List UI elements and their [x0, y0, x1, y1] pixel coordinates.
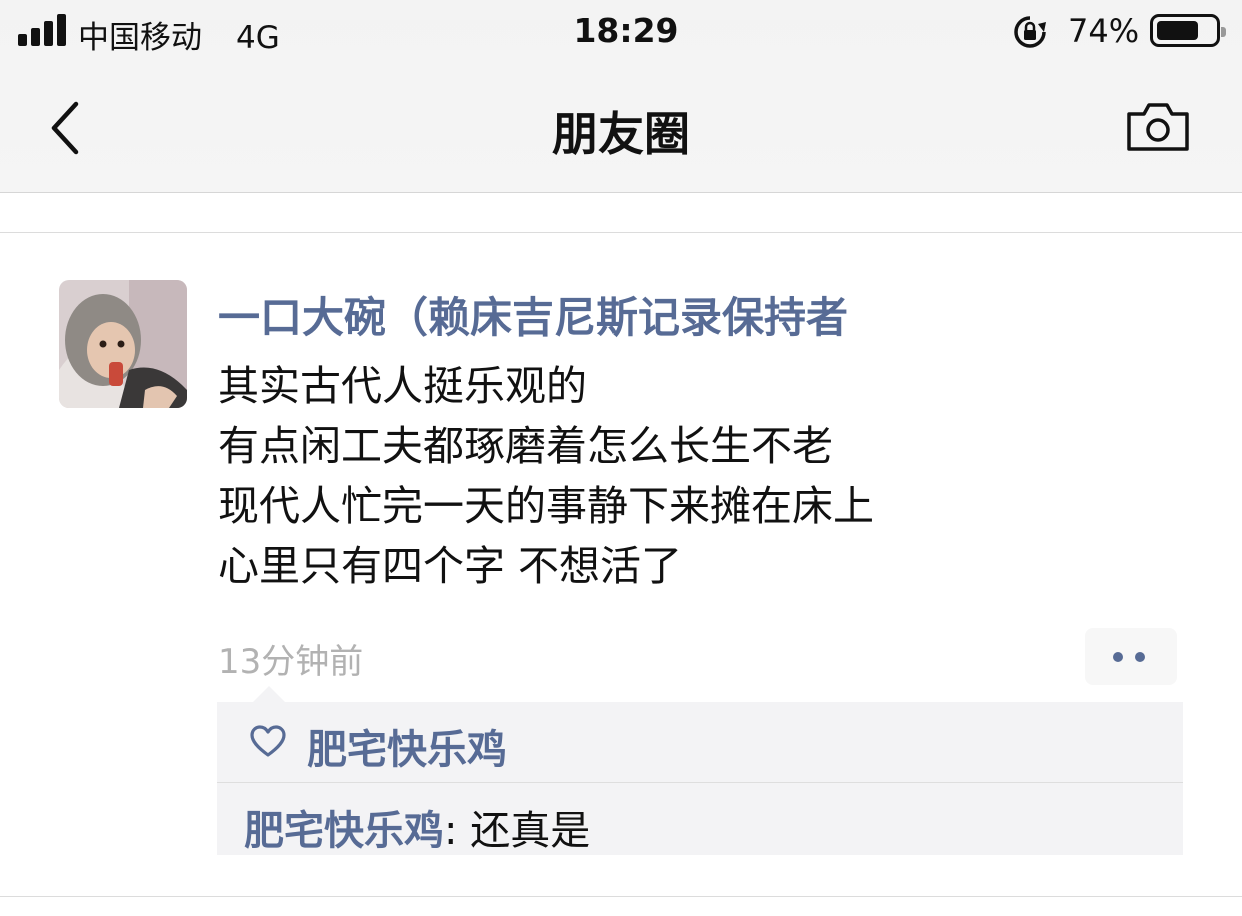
status-bar: 中国移动 4G 18:29 74%	[0, 0, 1242, 64]
status-time: 18:29	[573, 11, 679, 50]
top-bar: 中国移动 4G 18:29 74% 朋友圈	[0, 0, 1242, 193]
battery-fill	[1157, 21, 1198, 40]
comment-separator: :	[444, 808, 471, 854]
post-text: 其实古代人挺乐观的 有点闲工夫都琢磨着怎么长生不老 现代人忙完一天的事静下来摊在…	[218, 356, 874, 596]
divider	[0, 896, 1242, 897]
likes-row: 肥宅快乐鸡	[217, 702, 1183, 783]
avatar[interactable]	[59, 280, 187, 408]
post-line: 心里只有四个字 不想活了	[218, 542, 683, 590]
dot-icon	[1113, 652, 1123, 662]
rotation-lock-icon	[1014, 16, 1046, 48]
like-user-name[interactable]: 肥宅快乐鸡	[307, 717, 507, 775]
post-line: 有点闲工夫都琢磨着怎么长生不老	[218, 422, 833, 470]
author-name[interactable]: 一口大碗（赖床吉尼斯记录保持者	[218, 284, 848, 345]
heart-icon	[250, 725, 286, 757]
page-title: 朋友圈	[552, 107, 690, 161]
post-line: 现代人忙完一天的事静下来摊在床上	[218, 482, 874, 530]
dot-icon	[1135, 652, 1145, 662]
post-timestamp: 13分钟前	[218, 642, 364, 682]
comment[interactable]: 肥宅快乐鸡: 还真是	[244, 798, 590, 856]
battery-icon	[1150, 14, 1226, 47]
camera-icon[interactable]	[1126, 100, 1190, 152]
comment-author[interactable]: 肥宅快乐鸡	[244, 808, 444, 854]
post-line: 其实古代人挺乐观的	[218, 362, 587, 410]
more-actions-button[interactable]	[1085, 628, 1177, 685]
divider	[0, 232, 1242, 233]
likes-comments-panel: 肥宅快乐鸡 肥宅快乐鸡: 还真是	[217, 686, 1183, 856]
battery-percent: 74%	[1068, 12, 1140, 50]
comment-text: 还真是	[470, 808, 591, 854]
